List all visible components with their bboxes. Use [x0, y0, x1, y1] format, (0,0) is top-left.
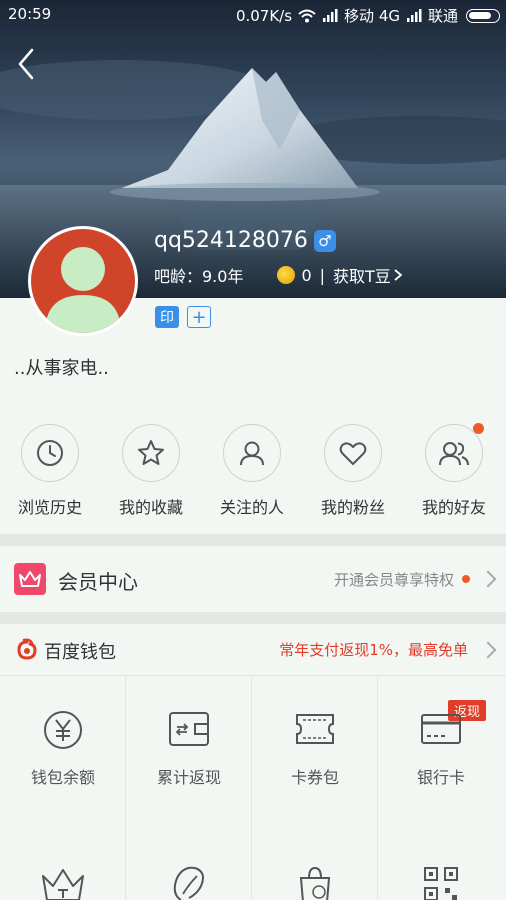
qr-code-icon	[424, 867, 458, 900]
friends-icon	[439, 442, 469, 466]
wallet-item-row2-2[interactable]	[126, 854, 252, 900]
crown-t-icon	[42, 869, 84, 900]
member-center-title: 会员中心	[58, 570, 138, 594]
signal-icon	[406, 9, 422, 22]
wallet-icon	[169, 712, 209, 746]
section-divider	[0, 534, 506, 546]
wallet-item-coupons[interactable]: 卡券包	[252, 676, 378, 854]
star-icon	[138, 440, 164, 465]
badge-row: 印 +	[155, 306, 211, 328]
wallet-promo: 常年支付返现1%，最高免单	[279, 641, 468, 659]
clock-icon	[37, 440, 63, 466]
yen-icon	[44, 711, 82, 749]
member-promo: 开通会员尊享特权	[333, 571, 454, 589]
quick-item-label: 浏览历史	[17, 498, 82, 517]
network-speed: 0.07K/s	[235, 6, 293, 25]
wallet-grid: 钱包余额 累计返现 卡券包 返现 银行卡	[0, 676, 506, 900]
chevron-right-icon	[394, 269, 403, 281]
quick-item-label: 我的收藏	[118, 498, 183, 517]
section-divider	[0, 612, 506, 624]
quick-item-friends[interactable]: 我的好友	[404, 418, 504, 518]
quick-item-label: 我的粉丝	[320, 498, 385, 517]
wallet-item-label: 累计返现	[156, 768, 221, 787]
wallet-item-label: 银行卡	[416, 768, 465, 787]
notification-dot	[462, 575, 470, 583]
t-bean-count: 0	[301, 265, 312, 285]
male-gender-icon: ♂	[313, 229, 336, 252]
member-center-row[interactable]: 会员中心 开通会员尊享特权	[0, 546, 506, 612]
wallet-item-row2-1[interactable]	[0, 854, 126, 900]
baidu-wallet-header[interactable]: 百度钱包 常年支付返现1%，最高免单	[0, 624, 506, 676]
status-bar: 20:59 0.07K/s 移动 4G 联通	[0, 0, 506, 30]
chevron-right-icon	[479, 641, 497, 659]
signal-icon	[323, 9, 338, 22]
profile-content: 印 + ..从事家电.. 浏览历史 我的收藏 关注的人 我的粉丝 我的好友 会员…	[0, 298, 506, 900]
bankcard-icon	[421, 714, 461, 744]
avatar[interactable]	[28, 226, 138, 336]
carrier-primary: 移动 4G	[344, 7, 400, 25]
username: qq524128076	[154, 228, 308, 253]
profile-meta: 吧龄：9.0年 0 | 获取T豆	[154, 263, 403, 287]
wallet-item-row2-4[interactable]	[378, 854, 504, 900]
wallet-item-label: 钱包余额	[30, 768, 95, 787]
wallet-item-row2-3[interactable]	[252, 854, 378, 900]
quick-item-favorites[interactable]: 我的收藏	[101, 418, 201, 518]
status-time: 20:59	[8, 5, 52, 23]
bean-icon	[173, 866, 204, 900]
wallet-item-label: 卡券包	[290, 768, 339, 787]
seal-badge[interactable]: 印	[155, 306, 179, 328]
quick-item-label: 关注的人	[219, 498, 284, 517]
back-arrow-icon[interactable]	[12, 44, 42, 84]
chevron-right-icon	[479, 570, 497, 588]
wallet-item-bankcard[interactable]: 返现 银行卡	[378, 676, 504, 854]
quick-item-following[interactable]: 关注的人	[202, 418, 302, 518]
wifi-icon	[298, 9, 316, 22]
quick-item-fans[interactable]: 我的粉丝	[303, 418, 403, 518]
wallet-item-balance[interactable]: 钱包余额	[0, 676, 126, 854]
quick-actions: 浏览历史 我的收藏 关注的人 我的粉丝 我的好友	[0, 418, 506, 528]
add-badge-button[interactable]: +	[187, 306, 211, 328]
shopping-bag-icon	[299, 866, 331, 900]
notification-dot	[473, 423, 484, 434]
carrier-secondary: 联通	[427, 7, 458, 25]
default-avatar-icon	[31, 229, 135, 333]
user-bio: ..从事家电..	[14, 358, 109, 379]
t-bean-icon	[277, 266, 296, 284]
baidu-wallet-title: 百度钱包	[44, 642, 116, 663]
baidu-wallet-logo-icon	[17, 638, 37, 660]
wallet-item-cashback[interactable]: 累计返现	[126, 676, 252, 854]
tieba-age: 吧龄：9.0年	[154, 267, 244, 286]
quick-item-history[interactable]: 浏览历史	[0, 418, 100, 518]
meta-separator: |	[319, 265, 326, 285]
username-row: qq524128076 ♂	[154, 228, 336, 253]
get-t-beans-link[interactable]: 获取T豆	[333, 263, 391, 287]
ticket-icon	[296, 714, 334, 744]
battery-icon	[466, 8, 500, 23]
crown-icon	[14, 563, 46, 595]
heart-icon	[339, 442, 367, 465]
quick-item-label: 我的好友	[421, 498, 486, 517]
person-icon	[240, 441, 264, 466]
